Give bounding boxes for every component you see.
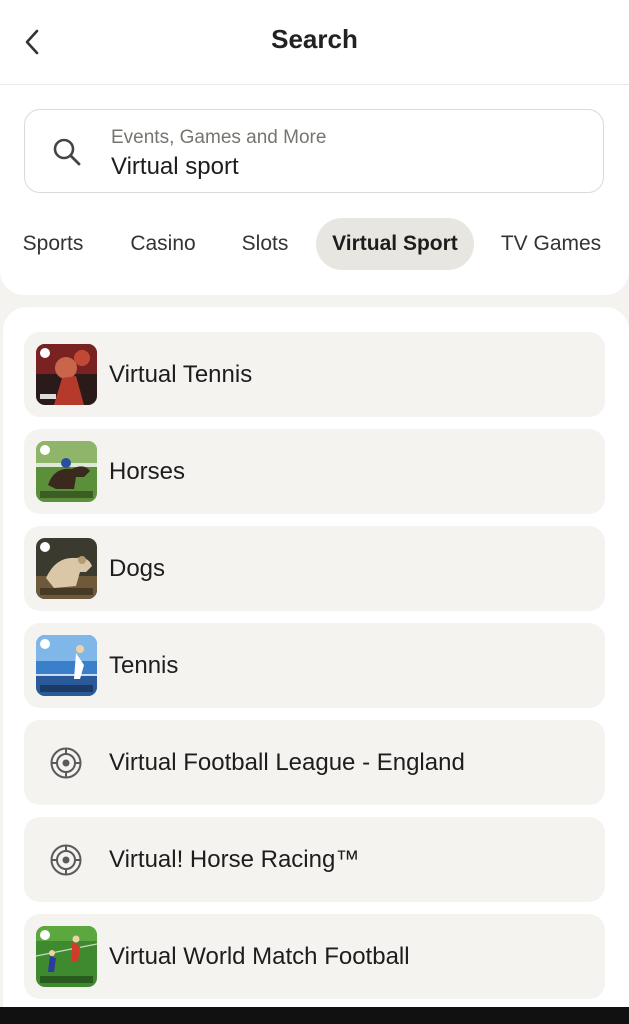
search-panel: Events, Games and More Virtual sport Spo… [0,85,629,295]
list-item[interactable]: Virtual Tennis [24,332,605,417]
list-item[interactable]: Dogs [24,526,605,611]
virtual-tennis-thumbnail [36,344,97,405]
item-label: Tennis [109,652,179,679]
header: Search [0,0,629,85]
item-label: Virtual! Horse Racing™ [109,846,360,873]
results-list: Virtual Tennis Horses Dogs Tennis Virtua… [3,307,629,1007]
item-label: Virtual Football League - England [109,749,465,776]
page-title: Search [271,24,358,54]
search-icon [53,138,81,166]
item-label: Horses [109,458,186,485]
tab-slots[interactable]: Slots [228,218,302,270]
search-placeholder: Events, Games and More [111,127,327,148]
item-label: Virtual World Match Football [109,943,410,970]
search-value[interactable]: Virtual sport [111,153,239,181]
list-item[interactable]: Virtual Football League - England [24,720,605,805]
football-thumbnail [36,926,97,987]
item-label: Dogs [109,555,166,582]
target-icon [50,844,82,876]
horses-thumbnail [36,441,97,502]
list-item[interactable]: Tennis [24,623,605,708]
tab-sports[interactable]: Sports [8,218,98,270]
item-label: Virtual Tennis [109,361,253,388]
search-input[interactable]: Events, Games and More Virtual sport [24,109,604,193]
list-item[interactable]: Virtual! Horse Racing™ [24,817,605,902]
tennis-thumbnail [36,635,97,696]
system-navigation-bar [0,1007,629,1024]
dogs-thumbnail [36,538,97,599]
list-item[interactable]: Horses [24,429,605,514]
category-tabs: Sports Casino Slots Virtual Sport TV Gam… [0,218,629,270]
tab-virtual-sport[interactable]: Virtual Sport [316,218,474,270]
tab-tv-games[interactable]: TV Games [488,218,614,270]
list-item[interactable]: Virtual World Match Football [24,914,605,999]
target-icon [50,747,82,779]
tab-casino[interactable]: Casino [116,218,210,270]
